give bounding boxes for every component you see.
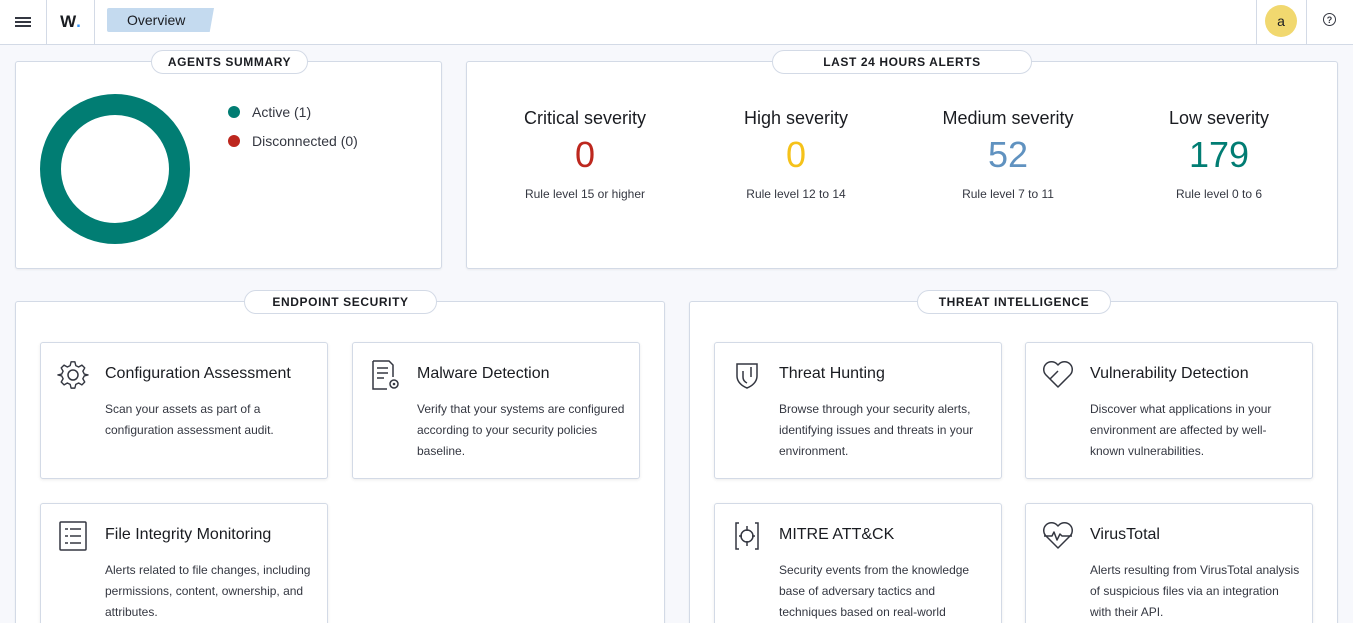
document-gear-icon: [372, 360, 399, 390]
top-header: W. Overview a ?: [0, 0, 1353, 45]
card-threat-hunting[interactable]: Threat Hunting Browse through your secur…: [714, 342, 1002, 479]
alert-label: Medium severity: [942, 108, 1074, 128]
header-divider: [1306, 0, 1307, 44]
card-configuration-assessment[interactable]: Configuration Assessment Scan your asset…: [40, 342, 328, 479]
alert-critical[interactable]: Critical severity 0 Rule level 15 or hig…: [480, 108, 690, 201]
card-title: File Integrity Monitoring: [105, 526, 272, 543]
alert-value[interactable]: 0: [691, 135, 901, 175]
card-title: Threat Hunting: [779, 365, 885, 382]
header-divider: [1256, 0, 1257, 44]
agents-summary-panel: AGENTS SUMMARY Active (1) Disconnected (…: [15, 50, 442, 269]
menu-button[interactable]: [0, 0, 46, 44]
alert-label: Low severity: [1168, 108, 1270, 128]
alert-low[interactable]: Low severity 179 Rule level 0 to 6: [1114, 108, 1324, 201]
card-description: Security events from the knowledge base …: [779, 563, 970, 619]
panel-title: THREAT INTELLIGENCE: [917, 290, 1111, 314]
legend-item-active[interactable]: Active (1): [228, 104, 311, 120]
card-mitre-attack[interactable]: MITRE ATT&CK Security events from the kn…: [714, 503, 1002, 623]
alert-label: Critical severity: [523, 108, 647, 128]
alert-value[interactable]: 52: [903, 135, 1113, 175]
alert-rule: Rule level 7 to 11: [962, 187, 1054, 201]
card-description: Alerts resulting from VirusTotal analysi…: [1090, 563, 1300, 619]
alert-rule: Rule level 15 or higher: [524, 187, 646, 201]
last-24h-alerts-panel: LAST 24 HOURS ALERTS Critical severity 0…: [466, 50, 1338, 269]
legend-dot-icon: [228, 135, 240, 147]
card-title: VirusTotal: [1090, 526, 1160, 543]
card-title: MITRE ATT&CK: [779, 526, 895, 543]
card-malware-detection[interactable]: Malware Detection Verify that your syste…: [352, 342, 640, 479]
hamburger-icon: [15, 15, 31, 29]
heartbeat-icon: [1043, 522, 1073, 549]
agents-donut-chart: [40, 94, 190, 244]
panel-title: ENDPOINT SECURITY: [244, 290, 437, 314]
alert-rule: Rule level 12 to 14: [746, 187, 846, 201]
alert-value[interactable]: 179: [1114, 135, 1324, 175]
card-title: Vulnerability Detection: [1090, 365, 1249, 382]
help-icon[interactable]: ?: [1323, 13, 1336, 26]
card-virustotal[interactable]: VirusTotal Alerts resulting from VirusTo…: [1025, 503, 1313, 623]
user-avatar[interactable]: a: [1265, 5, 1297, 37]
card-vulnerability-detection[interactable]: Vulnerability Detection Discover what ap…: [1025, 342, 1313, 479]
alert-value[interactable]: 0: [480, 135, 690, 175]
heart-icon: [1043, 361, 1073, 388]
shield-icon: [736, 363, 758, 389]
app-logo[interactable]: W.: [47, 0, 94, 44]
breadcrumb-label: Overview: [127, 12, 186, 28]
card-description: Verify that your systems are configured …: [417, 402, 625, 458]
card-title: Malware Detection: [417, 365, 550, 382]
alert-medium[interactable]: Medium severity 52 Rule level 7 to 11: [903, 108, 1113, 201]
header-divider: [94, 0, 95, 44]
legend-dot-icon: [228, 106, 240, 118]
legend-label: Disconnected (0): [252, 133, 358, 149]
breadcrumb-overview[interactable]: Overview: [107, 8, 214, 32]
card-file-integrity-monitoring[interactable]: File Integrity Monitoring Alerts related…: [40, 503, 328, 623]
gear-icon: [57, 361, 89, 389]
avatar-letter: a: [1277, 13, 1285, 29]
alert-label: High severity: [743, 108, 849, 128]
alert-rule: Rule level 0 to 6: [1175, 187, 1263, 201]
card-title: Configuration Assessment: [105, 365, 291, 382]
card-description: Scan your assets as part of a configurat…: [105, 402, 274, 437]
card-description: Alerts related to file changes, includin…: [105, 563, 311, 619]
crosshair-icon: [735, 522, 759, 550]
alert-high[interactable]: High severity 0 Rule level 12 to 14: [691, 108, 901, 201]
card-description: Discover what applications in your envir…: [1090, 402, 1272, 458]
card-description: Browse through your security alerts, ide…: [779, 402, 974, 458]
legend-item-disconnected[interactable]: Disconnected (0): [228, 133, 358, 149]
panel-title: AGENTS SUMMARY: [151, 50, 308, 74]
legend-label: Active (1): [252, 104, 312, 120]
panel-title: LAST 24 HOURS ALERTS: [772, 50, 1032, 74]
list-document-icon: [59, 521, 87, 551]
